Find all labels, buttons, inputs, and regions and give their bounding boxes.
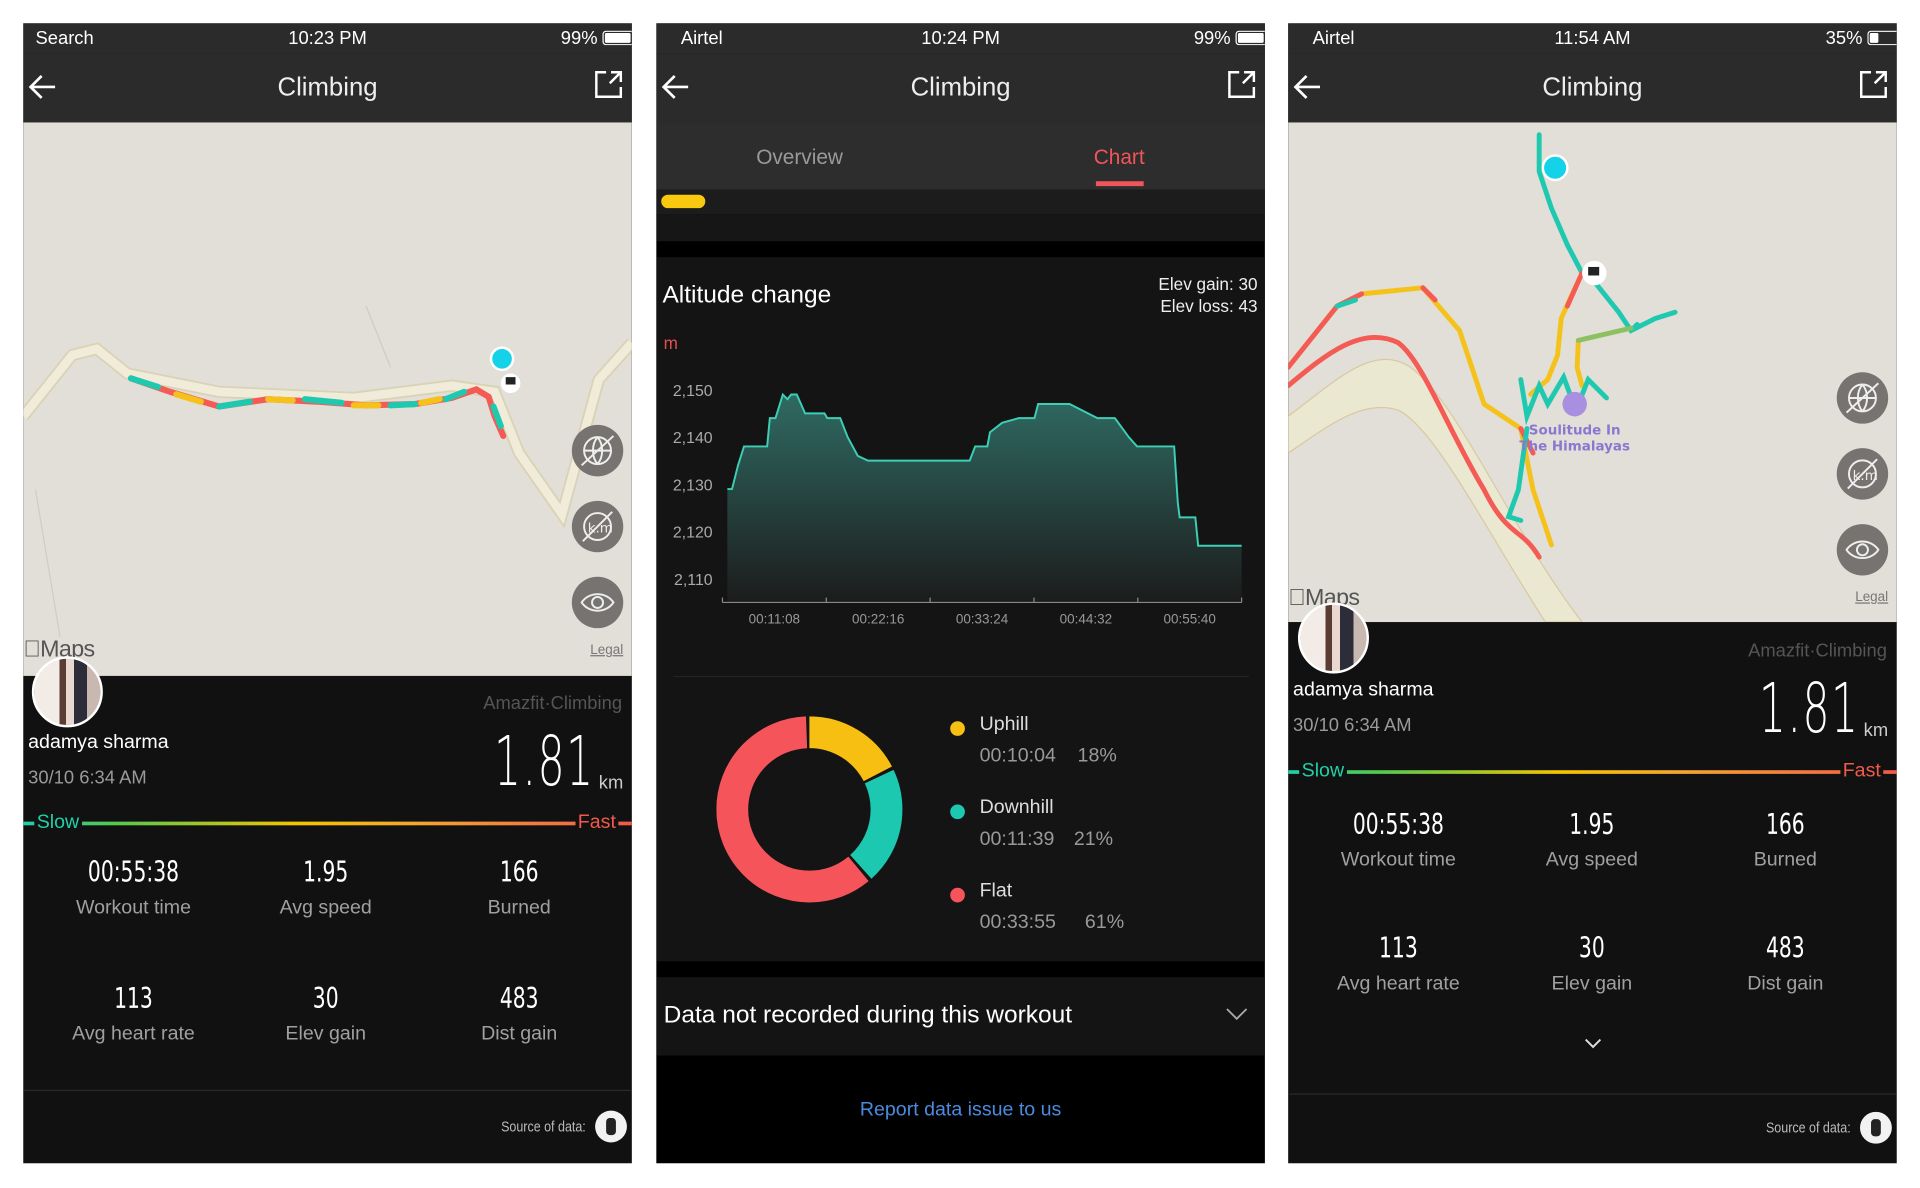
y-tick-label: 2,120 [673,525,713,542]
battery-percent: 35% [1825,28,1863,49]
globe-toggle-button[interactable] [571,424,624,477]
map-canvas [23,305,632,637]
chevron-down-icon[interactable] [1584,1038,1602,1049]
stat-avg-heart-rate: 113 Avg heart rate [1337,933,1460,995]
distance-value: 1.81 [1759,669,1861,750]
source-of-data-label: Source of data: [1765,1119,1851,1137]
stat-elev-gain: 30 Elev gain [285,983,367,1045]
user-name: adamya sharma [28,732,169,754]
fast-label: Fast [575,812,619,833]
hotel-icon[interactable] [1562,391,1587,417]
x-tick-label: 00:11:08 [749,611,800,626]
km-marker-toggle-button[interactable]: k.m [571,500,624,553]
watch-icon[interactable] [595,1110,627,1143]
x-tick-label: 00:55:40 [1164,611,1216,626]
share-icon[interactable] [1858,69,1890,101]
source-of-data-label: Source of data: [500,1117,586,1136]
route-map[interactable]: k.m Maps Legal [23,122,632,676]
speed-legend-bar [1288,770,1897,774]
workout-datetime: 30/10 6:34 AM [1293,715,1412,736]
start-marker [489,346,515,372]
visibility-toggle-button[interactable] [571,576,624,629]
page-title: Climbing [277,73,378,102]
stat-workout-time: 00:55:38 Workout time [75,857,191,919]
poi-label: The Himalayas [1519,440,1630,455]
visibility-toggle-button[interactable] [1836,524,1889,576]
screen-workout-chart: Airtel 10:24 PM 99% Climbing Overview Ch… [656,23,1265,1164]
speed-legend-bar [23,821,632,826]
distance-value: 1.81 [494,722,596,803]
avatar[interactable] [1297,602,1369,674]
user-name: adamya sharma [1293,679,1434,701]
page-title: Climbing [1542,73,1643,102]
distance-unit: km [598,772,624,794]
stat-avg-speed: 1.95 Avg speed [1545,809,1638,871]
route-map[interactable]: Soulitude In The Himalayas k.m Maps Leg… [1288,122,1897,623]
nav-bar: Climbing [1288,53,1897,123]
slow-label: Slow [1299,761,1347,782]
globe-toggle-button[interactable] [1836,372,1889,424]
altitude-chart: 2,150 2,140 2,130 2,120 2,110 00:11:08 00:22:1… [673,383,1243,626]
missing-data-accordion[interactable]: Data not recorded during this workout [656,977,1265,1056]
status-bar: Airtel 11:54 AM 35% [1288,23,1897,54]
divider [673,675,1249,678]
map-canvas: Soulitude In The Himalayas [1288,132,1678,623]
clock: 11:54 AM [1554,28,1631,49]
legend-dot [950,887,965,903]
distance-unit: km [1863,720,1889,741]
battery-icon [602,30,632,46]
y-tick-label: 2,150 [673,383,713,400]
source-app-label: Amazfit·Climbing [1748,640,1887,662]
x-tick-label: 00:22:16 [852,611,904,626]
missing-data-label: Data not recorded during this workout [663,1001,1073,1029]
stat-burned: 166 Burned [1753,809,1817,871]
fast-label: Fast [1840,761,1884,782]
y-tick-label: 2,140 [673,430,713,447]
y-tick-label: 2,130 [673,477,713,494]
stat-avg-speed: 1.95 Avg speed [279,857,372,919]
stat-workout-time: 00:55:38 Workout time [1340,809,1456,871]
source-app-label: Amazfit·Climbing [483,693,623,714]
start-marker [1541,154,1569,182]
legend-dot [950,721,965,736]
stat-burned: 166 Burned [487,857,551,919]
legal-link[interactable]: Legal [590,643,623,658]
km-marker-toggle-button[interactable]: k.m [1836,448,1889,500]
status-bar: Search 10:23 PM 99% [23,23,632,54]
terrain-donut-chart [716,716,903,903]
nav-bar: Climbing [23,53,632,123]
watch-icon[interactable] [1860,1111,1892,1144]
clock: 10:23 PM [288,28,367,49]
x-tick-label: 00:44:32 [1060,611,1112,626]
altitude-area [727,394,1242,603]
y-tick-label: 2,110 [674,572,713,589]
x-tick-label: 00:33:24 [956,611,1009,626]
stat-dist-gain: 483 Dist gain [1747,933,1824,995]
battery-icon [1867,30,1897,46]
screen-workout-map-zoomed: Airtel 11:54 AM 35% Climbing Soulitude I… [1288,23,1897,1164]
share-icon[interactable] [593,69,625,101]
report-data-issue-link[interactable]: Report data issue to us [656,1100,1265,1122]
stat-elev-gain: 30 Elev gain [1551,933,1633,995]
workout-datetime: 30/10 6:34 AM [28,767,147,789]
screen-workout-map: Search 10:23 PM 99% Climbing k.m  [23,23,632,1164]
stat-dist-gain: 483 Dist gain [481,983,558,1045]
legend-dot [950,804,965,820]
poi-label: Soulitude In [1529,424,1621,439]
battery-percent: 99% [560,28,598,49]
stat-avg-heart-rate: 113 Avg heart rate [72,983,195,1045]
avatar[interactable] [31,656,103,728]
chevron-down-icon[interactable] [1226,1007,1248,1022]
divider [1288,1093,1897,1095]
legal-link[interactable]: Legal [1855,590,1888,605]
slow-label: Slow [34,812,82,833]
divider [23,1089,632,1092]
